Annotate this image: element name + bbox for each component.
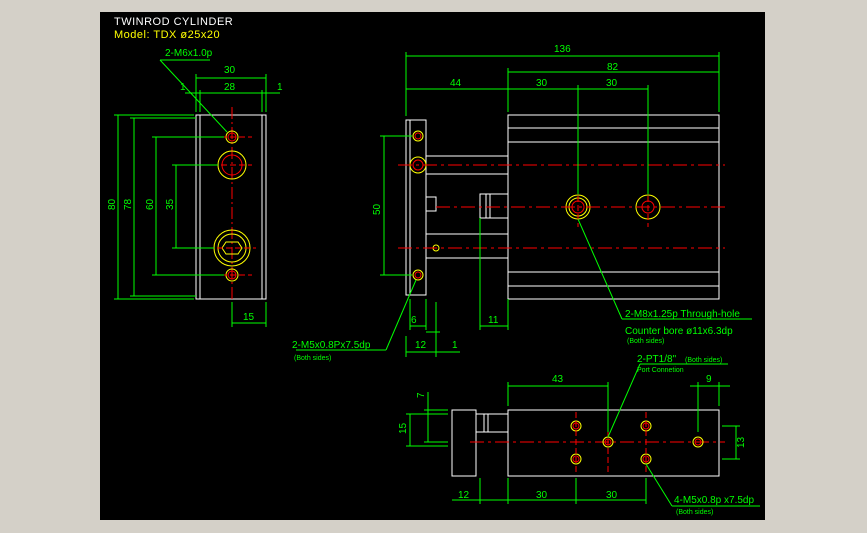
note-m5-08: 2-M5x0.8Px7.5dp <box>292 340 371 351</box>
dim-6: 6 <box>411 315 417 326</box>
dim-15: 15 <box>243 312 255 323</box>
top-view-dimensions <box>406 363 760 507</box>
dim-9: 9 <box>706 374 712 385</box>
dim-30-e: 30 <box>606 490 618 501</box>
dim-44: 44 <box>450 78 462 89</box>
dim-30: 30 <box>224 65 236 76</box>
dim-1a: 1 <box>180 82 186 93</box>
note-port: Port Connetion <box>637 367 684 374</box>
top-view <box>451 409 725 477</box>
dim-136: 136 <box>554 44 571 55</box>
dim-82: 82 <box>607 62 619 73</box>
end-view-dimensions <box>114 59 280 327</box>
dim-30-c: 30 <box>606 78 618 89</box>
dim-13: 13 <box>736 436 747 448</box>
note-pt-both: (Both sides) <box>685 357 722 364</box>
note-m6: 2-M6x1.0p <box>165 48 213 59</box>
dim-80: 80 <box>107 198 118 210</box>
dim-12-b: 12 <box>458 490 470 501</box>
dim-30-b: 30 <box>536 78 548 89</box>
note-pt: 2-PT1/8" <box>637 354 677 365</box>
end-view <box>195 107 267 312</box>
side-view <box>398 114 725 300</box>
dim-28: 28 <box>224 82 236 93</box>
dim-35: 35 <box>165 198 176 210</box>
dim-43: 43 <box>552 374 564 385</box>
drawing-sheet: TWINROD CYLINDER Model: TDX ø25x20 2-M6x… <box>100 12 765 520</box>
note-m8-both: (Both sides) <box>627 338 664 345</box>
dim-78: 78 <box>123 198 134 210</box>
dim-50: 50 <box>372 203 383 215</box>
note-m5-4-both: (Both sides) <box>676 509 713 516</box>
note-m5-4: 4-M5x0.8p x7.5dp <box>674 495 754 506</box>
dim-30-d: 30 <box>536 490 548 501</box>
top-view-body <box>507 409 720 477</box>
dim-11: 11 <box>488 315 499 326</box>
note-m5-08-both: (Both sides) <box>294 355 331 362</box>
dim-15-b: 15 <box>398 422 409 434</box>
dim-12: 12 <box>415 340 427 351</box>
cad-drawing: 2-M6x1.0p 30 28 1 1 80 78 60 35 15 136 8… <box>107 44 760 516</box>
dim-1b: 1 <box>277 82 283 93</box>
dim-60: 60 <box>145 198 156 210</box>
note-counterbore: Counter bore ø11x6.3dp <box>625 326 733 337</box>
dim-7: 7 <box>416 392 427 398</box>
note-m8: 2-M8x1.25p Through-hole <box>625 309 740 320</box>
dim-1c: 1 <box>452 340 458 351</box>
